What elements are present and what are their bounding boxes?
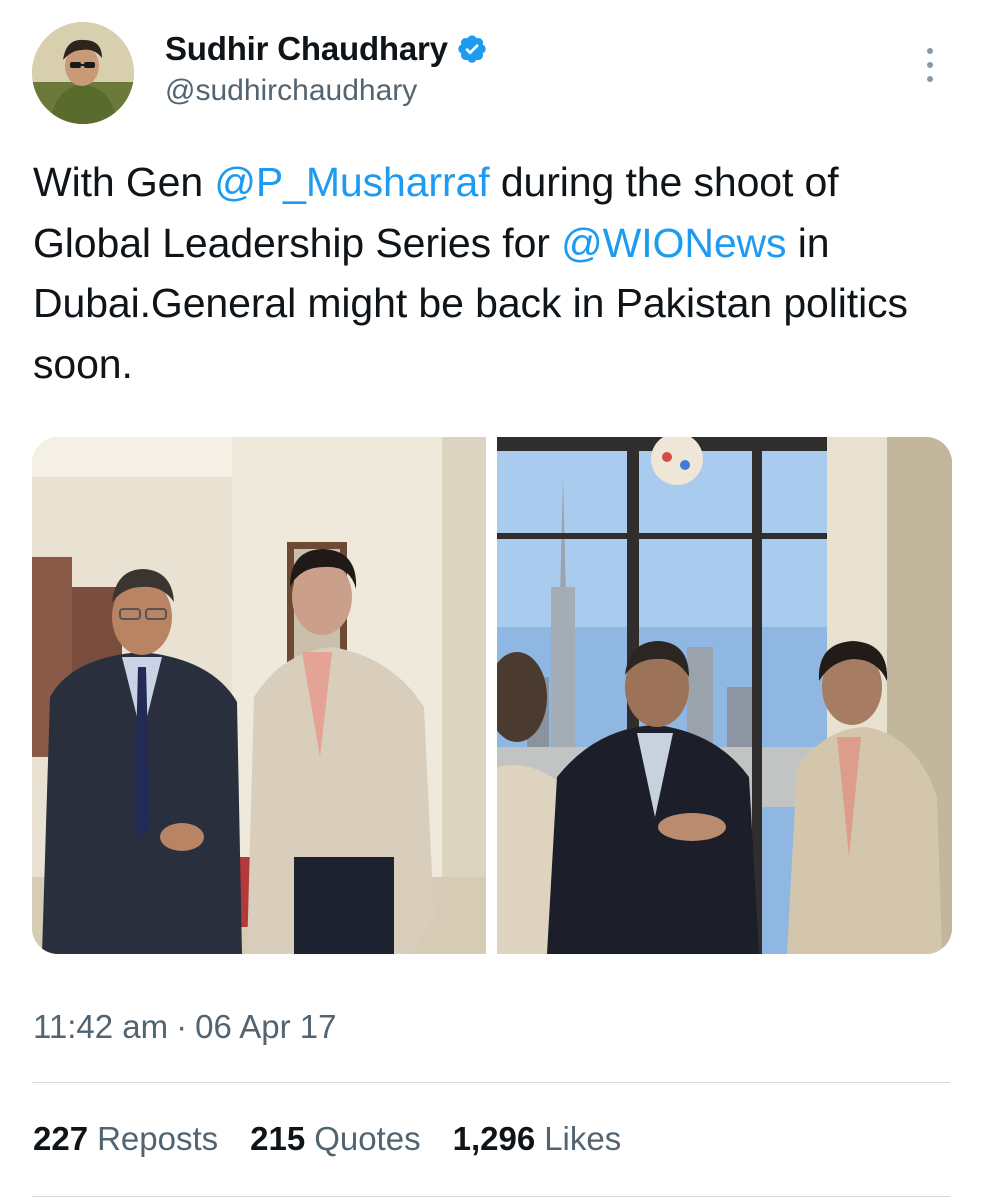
avatar[interactable] xyxy=(32,22,134,124)
author-name-row: Sudhir Chaudhary xyxy=(165,28,488,70)
more-options-icon xyxy=(927,48,933,54)
divider xyxy=(32,1082,950,1083)
mention-link[interactable]: @WIONews xyxy=(561,220,786,266)
more-options-icon-dot xyxy=(927,62,933,68)
more-options-button[interactable] xyxy=(915,44,945,86)
photo-1[interactable] xyxy=(32,437,486,954)
verified-badge-icon[interactable] xyxy=(456,33,488,65)
media-grid xyxy=(32,437,952,954)
tweet-text: With Gen @P_Musharraf during the shoot o… xyxy=(33,152,963,394)
more-options-icon-dot xyxy=(927,76,933,82)
divider xyxy=(32,1196,950,1197)
likes-label: Likes xyxy=(544,1120,622,1157)
quotes-label: Quotes xyxy=(314,1120,421,1157)
tweet-time: 11:42 am xyxy=(33,1008,169,1045)
tweet-timestamp[interactable]: 11:42 am · 06 Apr 17 xyxy=(33,1008,336,1046)
quotes-count: 215 xyxy=(250,1120,306,1157)
engagement-stats: 227 Reposts 215 Quotes 1,296 Likes xyxy=(33,1120,653,1158)
mention-link[interactable]: @P_Musharraf xyxy=(214,159,489,205)
likes-count: 1,296 xyxy=(452,1120,536,1157)
tweet-date: 06 Apr 17 xyxy=(195,1008,337,1045)
reposts-label: Reposts xyxy=(97,1120,219,1157)
author-handle[interactable]: @sudhirchaudhary xyxy=(165,74,417,108)
quotes-stat[interactable]: 215 Quotes xyxy=(250,1120,420,1158)
reposts-stat[interactable]: 227 Reposts xyxy=(33,1120,218,1158)
tweet: Sudhir Chaudhary @sudhirchaudhary With G… xyxy=(0,0,982,1200)
photo-2[interactable] xyxy=(497,437,952,954)
tweet-text-part: With Gen xyxy=(33,159,215,205)
reposts-count: 227 xyxy=(33,1120,89,1157)
likes-stat[interactable]: 1,296 Likes xyxy=(453,1120,622,1158)
timestamp-separator: · xyxy=(176,1008,188,1045)
author-display-name[interactable]: Sudhir Chaudhary xyxy=(165,30,448,68)
photo-gap xyxy=(486,437,497,954)
